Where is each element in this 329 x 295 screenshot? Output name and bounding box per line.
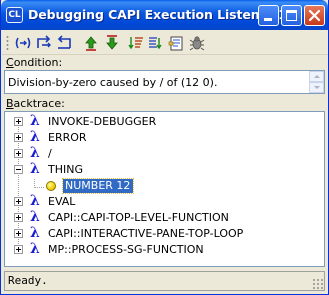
- backtrace-tree[interactable]: λ INVOKE-DEBUGGER λ ERROR λ / λ THING NU…: [4, 111, 325, 267]
- lambda-icon: λ: [30, 113, 40, 129]
- frame-label: EVAL: [48, 195, 76, 208]
- condition-field[interactable]: Division-by-zero caused by / of (12 0).: [4, 70, 325, 94]
- backtrace-label-text: acktrace:: [13, 97, 65, 110]
- restart-tool[interactable]: [147, 34, 165, 52]
- list-sort-icon: [128, 37, 143, 50]
- step-into-arrows-icon: [37, 35, 51, 48]
- toolbar-grip[interactable]: [6, 35, 9, 51]
- expand-plus-icon[interactable]: [14, 149, 23, 158]
- backtrace-frame[interactable]: λ ERROR: [5, 130, 324, 146]
- expand-plus-icon[interactable]: [14, 213, 23, 222]
- close-icon: [308, 9, 321, 22]
- backtrace-label-mnemonic: B: [6, 97, 14, 110]
- frame-label: THING: [48, 163, 83, 176]
- bug-tool[interactable]: [188, 34, 206, 52]
- frame-label: /: [48, 147, 52, 160]
- resize-grip-icon[interactable]: [312, 278, 323, 289]
- debugger-toolbar: [2, 31, 328, 55]
- capi-app-icon[interactable]: CL: [6, 7, 23, 23]
- step-over-tool[interactable]: [14, 34, 32, 52]
- debugger-window: CL Debugging CAPI Execution Listener 1 C…: [0, 0, 329, 295]
- lambda-icon: λ: [30, 209, 40, 225]
- scroll-down-button[interactable]: [309, 82, 324, 93]
- backtrace-frame[interactable]: λ CAPI::CAPI-TOP-LEVEL-FUNCTION: [5, 210, 324, 226]
- lambda-icon: λ: [30, 193, 40, 209]
- green-down-arrow-icon: [106, 35, 118, 50]
- maximize-button[interactable]: [281, 5, 302, 26]
- collapse-minus-icon[interactable]: [14, 165, 23, 174]
- lambda-icon: λ: [30, 145, 40, 161]
- expand-plus-icon[interactable]: [14, 133, 23, 142]
- condition-label: Condition:: [6, 56, 62, 69]
- title-bar[interactable]: CL Debugging CAPI Execution Listener 1: [1, 0, 328, 30]
- frame-label: ERROR: [48, 131, 87, 144]
- expand-plus-icon[interactable]: [14, 117, 23, 126]
- minimize-button[interactable]: [258, 5, 279, 26]
- frame-label: CAPI::INTERACTIVE-PANE-TOP-LOOP: [48, 227, 244, 240]
- frame-up-tool[interactable]: [82, 34, 100, 52]
- lambda-icon: λ: [30, 241, 40, 257]
- lambda-icon: λ: [30, 129, 40, 145]
- backtrace-frame[interactable]: λ THING: [5, 162, 324, 178]
- expand-plus-icon[interactable]: [14, 197, 23, 206]
- condition-scrollbar[interactable]: [309, 71, 324, 93]
- frame-down-tool[interactable]: [103, 34, 121, 52]
- status-text: Ready.: [8, 274, 48, 287]
- minimize-icon: [264, 18, 272, 21]
- frame-label: MP::PROCESS-SG-FUNCTION: [48, 243, 204, 256]
- backtrace-frame[interactable]: λ CAPI::INTERACTIVE-PANE-TOP-LOOP: [5, 226, 324, 242]
- scroll-up-button[interactable]: [309, 71, 324, 82]
- backtrace-frame[interactable]: λ EVAL: [5, 194, 324, 210]
- condition-text: Division-by-zero caused by / of (12 0).: [8, 76, 218, 89]
- green-up-arrow-icon: [85, 36, 97, 51]
- sort-tool[interactable]: [127, 34, 145, 52]
- frame-local-variable[interactable]: NUMBER 12: [5, 178, 324, 194]
- edit-source-icon: [168, 36, 183, 51]
- arrow-up-icon: [314, 75, 320, 78]
- condition-label-text: ondition:: [13, 56, 63, 69]
- lambda-icon: λ: [30, 225, 40, 241]
- step-out-arrows-icon: [57, 35, 71, 49]
- list-restart-icon: [149, 37, 162, 50]
- maximize-icon: [286, 10, 297, 21]
- source-tool[interactable]: [168, 34, 186, 52]
- lambda-icon: λ: [30, 161, 40, 177]
- local-variable-label[interactable]: NUMBER 12: [61, 178, 135, 194]
- expand-plus-icon[interactable]: [14, 229, 23, 238]
- window-title: Debugging CAPI Execution Listener 1: [28, 7, 287, 22]
- condition-label-mnemonic: C: [6, 56, 14, 69]
- backtrace-label: Backtrace:: [6, 97, 65, 110]
- backtrace-frame[interactable]: λ MP::PROCESS-SG-FUNCTION: [5, 242, 324, 258]
- backtrace-frame[interactable]: λ /: [5, 146, 324, 162]
- frame-label: CAPI::CAPI-TOP-LEVEL-FUNCTION: [48, 211, 229, 224]
- status-bar: Ready.: [4, 271, 325, 291]
- parens-arrow-icon: [15, 37, 31, 49]
- frame-label: INVOKE-DEBUGGER: [48, 115, 157, 128]
- backtrace-frame[interactable]: λ INVOKE-DEBUGGER: [5, 114, 324, 130]
- close-button[interactable]: [304, 5, 325, 26]
- expand-plus-icon[interactable]: [14, 245, 23, 254]
- arrow-down-icon: [314, 86, 320, 89]
- step-into-tool[interactable]: [35, 34, 53, 52]
- bug-icon: [189, 36, 205, 51]
- variable-bullet-icon: [46, 181, 56, 191]
- step-out-tool[interactable]: [55, 34, 73, 52]
